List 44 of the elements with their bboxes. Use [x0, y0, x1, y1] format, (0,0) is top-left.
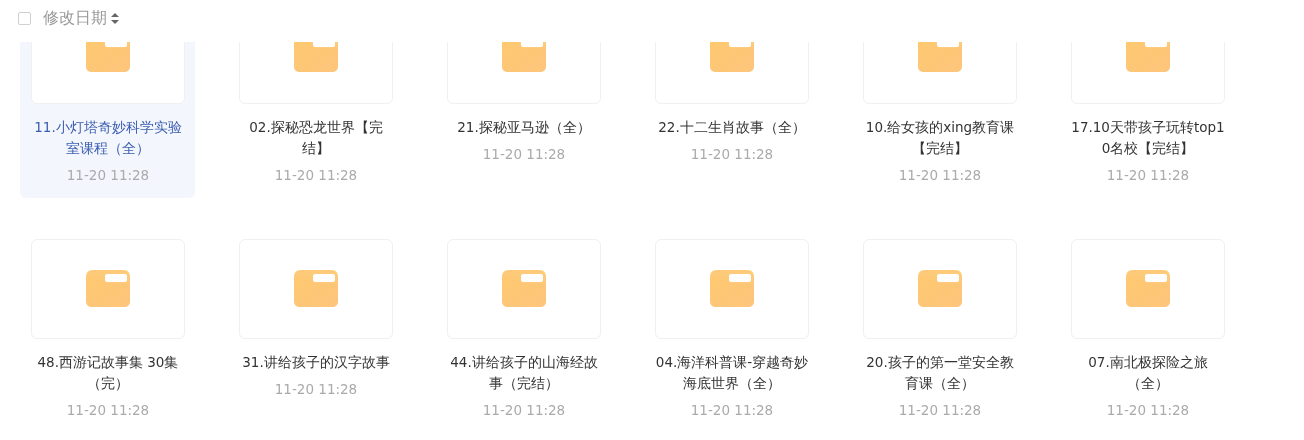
folder-icon — [917, 270, 963, 308]
modified-date: 11-20 11:28 — [66, 402, 150, 418]
select-all-checkbox[interactable] — [18, 11, 31, 25]
modified-date: 11-20 11:28 — [898, 167, 982, 183]
modified-date: 11-20 11:28 — [482, 146, 566, 162]
folder-item[interactable]: 21.探秘亚马逊（全） 11-20 11:28 — [436, 42, 611, 198]
folder-name: 07.南北极探险之旅（全） — [1087, 353, 1209, 393]
folder-icon — [709, 270, 755, 308]
folder-item[interactable]: 07.南北极探险之旅（全） 11-20 11:28 — [1060, 228, 1235, 433]
folder-name: 21.探秘亚马逊（全） — [456, 118, 592, 137]
folder-item[interactable]: 02.探秘恐龙世界【完结】 11-20 11:28 — [228, 42, 403, 198]
modified-date: 11-20 11:28 — [898, 402, 982, 418]
folder-item[interactable]: 20.孩子的第一堂安全教育课（全） 11-20 11:28 — [852, 228, 1027, 433]
folder-name: 48.西游记故事集 30集（完） — [36, 353, 180, 393]
folder-name: 44.讲给孩子的山海经故事（完结） — [449, 353, 599, 393]
folder-item[interactable]: 11.小灯塔奇妙科学实验室课程（全） 11-20 11:28 — [20, 42, 195, 198]
folder-name: 02.探秘恐龙世界【完结】 — [248, 118, 384, 158]
folder-item[interactable]: 31.讲给孩子的汉字故事 11-20 11:28 — [228, 228, 403, 433]
folder-name: 17.10天带孩子玩转top10名校【完结】 — [1071, 118, 1225, 158]
folder-item[interactable]: 17.10天带孩子玩转top10名校【完结】 11-20 11:28 — [1060, 42, 1235, 198]
modified-date: 11-20 11:28 — [274, 381, 358, 397]
folder-item[interactable]: 48.西游记故事集 30集（完） 11-20 11:28 — [20, 228, 195, 433]
folder-name: 31.讲给孩子的汉字故事 — [241, 353, 391, 372]
folder-item[interactable]: 10.给女孩的xing教育课【完结】 11-20 11:28 — [852, 42, 1027, 198]
folder-item[interactable]: 22.十二生肖故事（全） 11-20 11:28 — [644, 42, 819, 198]
modified-date: 11-20 11:28 — [690, 146, 774, 162]
modified-date: 11-20 11:28 — [482, 402, 566, 418]
folder-icon — [85, 270, 131, 308]
folder-name: 11.小灯塔奇妙科学实验室课程（全） — [33, 118, 183, 158]
modified-date: 11-20 11:28 — [1106, 402, 1190, 418]
modified-date: 11-20 11:28 — [66, 167, 150, 183]
folder-name: 20.孩子的第一堂安全教育课（全） — [865, 353, 1015, 393]
modified-date: 11-20 11:28 — [1106, 167, 1190, 183]
folder-icon — [1125, 270, 1171, 308]
folder-name: 22.十二生肖故事（全） — [657, 118, 807, 137]
modified-date: 11-20 11:28 — [690, 402, 774, 418]
folder-item[interactable]: 44.讲给孩子的山海经故事（完结） 11-20 11:28 — [436, 228, 611, 433]
folder-name: 10.给女孩的xing教育课【完结】 — [864, 118, 1016, 158]
modified-date: 11-20 11:28 — [274, 167, 358, 183]
sort-icon — [111, 12, 119, 24]
folder-name: 04.海洋科普课-穿越奇妙海底世界（全） — [655, 353, 809, 393]
folder-icon — [293, 270, 339, 308]
folder-item[interactable]: 04.海洋科普课-穿越奇妙海底世界（全） 11-20 11:28 — [644, 228, 819, 433]
folder-icon — [501, 270, 547, 308]
